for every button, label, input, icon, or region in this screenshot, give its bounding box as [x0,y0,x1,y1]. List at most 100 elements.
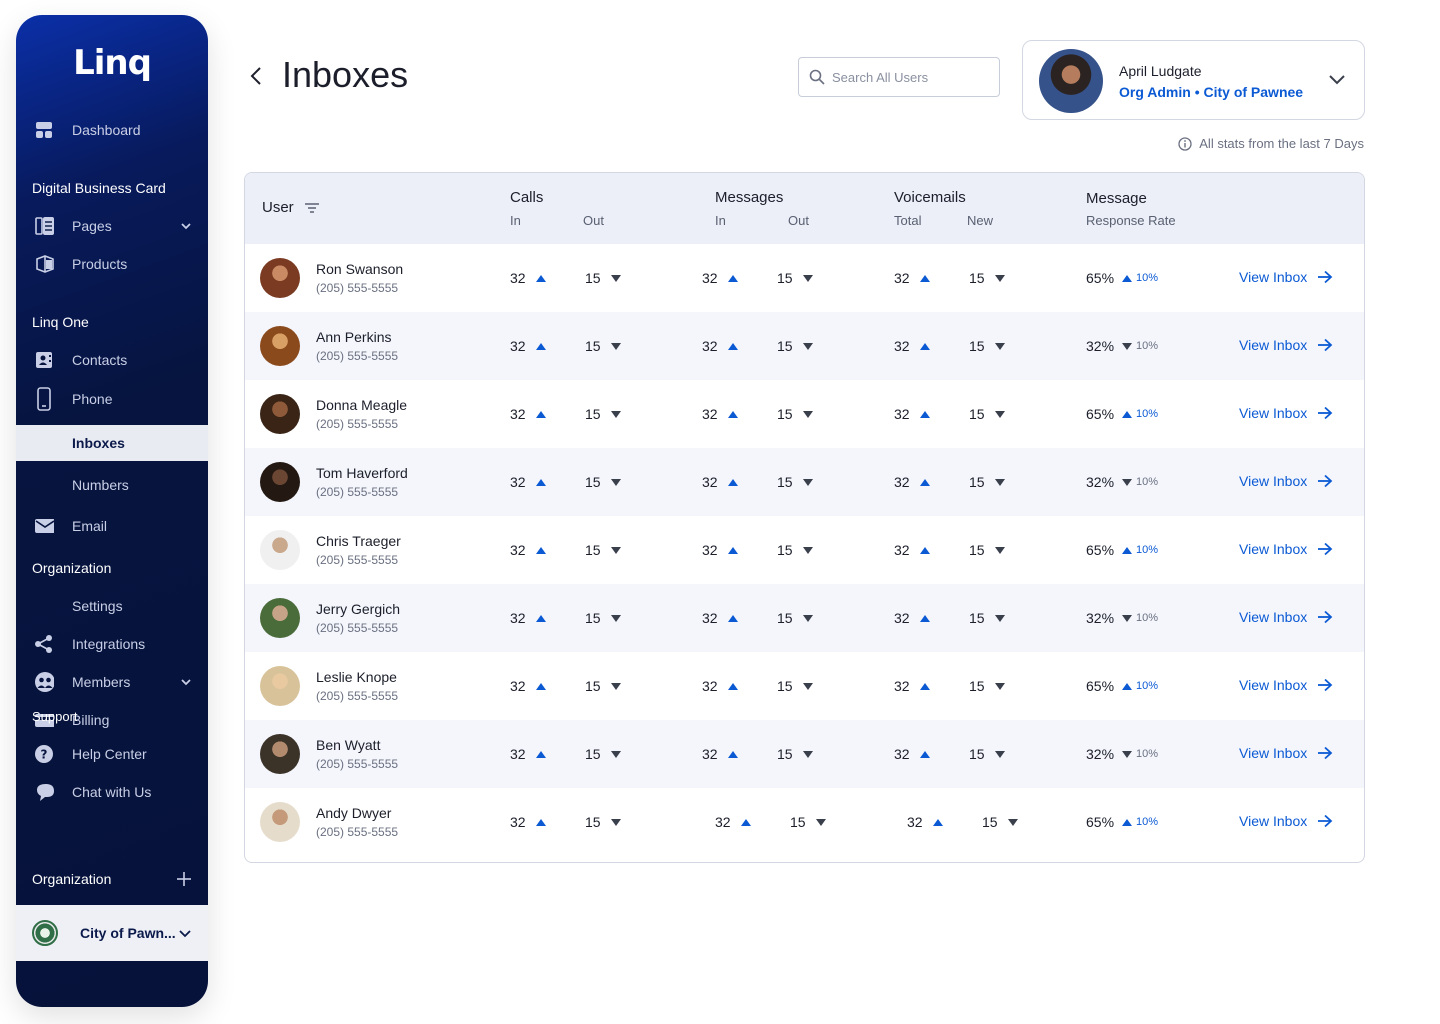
chevron-down-icon[interactable] [180,220,192,232]
voicemails-new-cell: 15 [969,474,1005,490]
trend-down-icon [610,546,621,554]
trend-down-icon [815,818,826,826]
trend-up-icon [1122,274,1133,282]
messages-in-value: 32 [702,746,718,762]
messages-in-value: 32 [702,406,718,422]
sidebar-item-numbers[interactable]: Numbers [16,467,208,503]
view-inbox-link[interactable]: View Inbox [1239,541,1333,557]
sidebar-item-members[interactable]: Members [16,664,208,700]
subheader-response-rate: Response Rate [1086,213,1176,228]
voicemails-total-cell: 32 [907,814,943,830]
view-inbox-link[interactable]: View Inbox [1239,745,1333,761]
table-row[interactable]: Ann Perkins (205) 555-5555 32 15 32 15 3… [245,312,1364,380]
rate-delta-value: 10% [1136,680,1159,692]
table-header: User Calls In Out Messages In Out Voicem… [245,173,1364,244]
column-header-user[interactable]: User [262,199,320,216]
calls-out-cell: 15 [585,610,621,626]
table-row[interactable]: Leslie Knope (205) 555-5555 32 15 32 15 … [245,652,1364,720]
table-row[interactable]: Donna Meagle (205) 555-5555 32 15 32 15 … [245,380,1364,448]
arrow-right-icon [1318,610,1333,624]
user-phone: (205) 555-5555 [316,281,399,295]
response-rate-cell: 32% 10% [1086,474,1158,490]
sidebar-item-email[interactable]: Email [16,508,208,544]
search-box[interactable] [798,57,1000,97]
view-inbox-link[interactable]: View Inbox [1239,405,1333,421]
view-inbox-link[interactable]: View Inbox [1239,337,1333,353]
sidebar-item-products[interactable]: Products [16,246,208,282]
trend-down-icon [994,410,1005,418]
trend-down-icon [1122,750,1133,758]
messages-in-cell: 32 [702,746,738,762]
sidebar-item-chat[interactable]: Chat with Us [16,774,208,810]
view-inbox-link[interactable]: View Inbox [1239,609,1333,625]
sidebar-item-help-center[interactable]: ? Help Center [16,736,208,772]
user-phone: (205) 555-5555 [316,349,399,363]
voicemails-new-value: 15 [969,610,985,626]
table-row[interactable]: Jerry Gergich (205) 555-5555 32 15 32 15… [245,584,1364,652]
org-name: City of Pawn... [80,925,176,941]
org-footer-label: Organization [32,871,112,887]
calls-in-value: 32 [510,678,526,694]
table-row[interactable]: Chris Traeger (205) 555-5555 32 15 32 15… [245,516,1364,584]
view-inbox-link[interactable]: View Inbox [1239,813,1333,829]
messages-out-value: 15 [777,746,793,762]
plus-icon[interactable] [176,871,192,887]
response-rate-cell: 65% 10% [1086,542,1158,558]
trend-down-icon [802,614,813,622]
messages-out-value: 15 [777,270,793,286]
search-input[interactable] [832,58,992,96]
trend-up-icon [919,614,930,622]
table-row[interactable]: Tom Haverford (205) 555-5555 32 15 32 15… [245,448,1364,516]
rate-delta: 10% [1120,816,1158,828]
voicemails-new-cell: 15 [982,814,1018,830]
org-switcher[interactable]: City of Pawn... [16,905,208,961]
messages-in-cell: 32 [702,474,738,490]
view-inbox-label: View Inbox [1239,609,1308,625]
view-inbox-link[interactable]: View Inbox [1239,677,1333,693]
voicemails-total-cell: 32 [894,678,930,694]
filter-icon[interactable] [304,202,320,214]
response-rate-value: 65% [1086,678,1115,694]
help-icon: ? [34,744,54,764]
chevron-down-icon[interactable] [180,676,192,688]
table-row[interactable]: Ben Wyatt (205) 555-5555 32 15 32 15 32 … [245,720,1364,788]
arrow-right-icon [1318,474,1333,488]
trend-up-icon [535,274,546,282]
sidebar-item-contacts[interactable]: Contacts [16,342,208,378]
sidebar-item-label: Settings [72,598,123,614]
table-row[interactable]: Andy Dwyer (205) 555-5555 32 15 32 15 32… [245,788,1364,856]
sidebar-item-inboxes[interactable]: Inboxes [16,425,208,461]
chevron-down-icon[interactable] [1328,73,1346,87]
city-seal-icon [32,920,58,946]
view-inbox-label: View Inbox [1239,337,1308,353]
sidebar-item-phone[interactable]: Phone [16,381,208,417]
arrow-right-icon [1318,746,1333,760]
sidebar-item-dashboard[interactable]: Dashboard [16,112,208,148]
trend-down-icon [802,546,813,554]
voicemails-total-value: 32 [894,406,910,422]
trend-up-icon [919,478,930,486]
user-profile-card[interactable]: April Ludgate Org Admin • City of Pawnee [1022,40,1365,120]
calls-in-cell: 32 [510,338,546,354]
sidebar-item-integrations[interactable]: Integrations [16,626,208,662]
calls-in-value: 32 [510,270,526,286]
voicemails-total-value: 32 [907,814,923,830]
trend-up-icon [1122,818,1133,826]
phone-icon [34,387,54,411]
sidebar-item-pages[interactable]: Pages [16,208,208,244]
trend-up-icon [727,682,738,690]
table-row[interactable]: Ron Swanson (205) 555-5555 32 15 32 15 3… [245,244,1364,312]
rate-delta-value: 10% [1136,816,1159,828]
view-inbox-link[interactable]: View Inbox [1239,269,1333,285]
messages-in-value: 32 [702,610,718,626]
view-inbox-link[interactable]: View Inbox [1239,473,1333,489]
view-inbox-label: View Inbox [1239,269,1308,285]
calls-in-value: 32 [510,542,526,558]
arrow-right-icon [1318,814,1333,828]
messages-out-value: 15 [777,474,793,490]
sidebar-item-settings[interactable]: Settings [16,588,208,624]
messages-out-cell: 15 [777,406,813,422]
calls-out-cell: 15 [585,814,621,830]
user-name: Leslie Knope [316,669,397,685]
back-chevron-icon[interactable] [248,64,264,88]
